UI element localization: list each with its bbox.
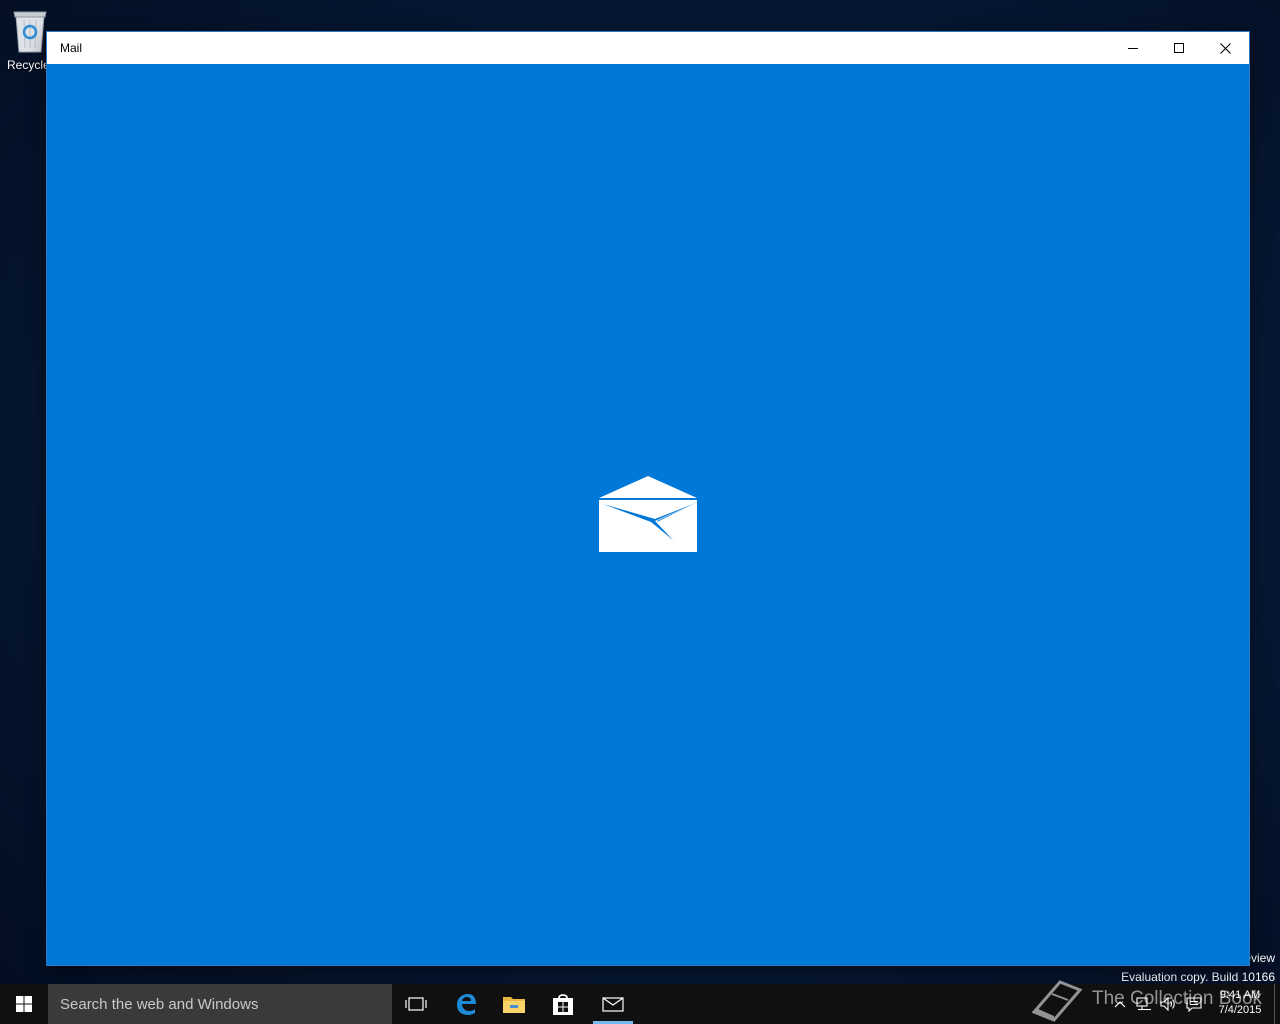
close-button[interactable] [1202,32,1248,64]
network-button[interactable] [1132,984,1156,1024]
window-title: Mail [60,41,83,55]
mail-envelope-icon [599,476,697,552]
task-view-button[interactable] [392,984,440,1024]
start-button[interactable] [0,984,48,1024]
search-placeholder: Search the web and Windows [60,996,259,1013]
action-center-icon [1186,996,1202,1012]
chevron-up-icon [1114,1001,1126,1008]
edge-button[interactable] [442,984,490,1024]
store-icon [553,994,573,1015]
windows-logo-icon [16,996,32,1012]
book-logo-icon [1031,980,1083,1022]
mail-taskbar-button[interactable] [589,984,637,1024]
mail-window: Mail [47,32,1249,965]
taskbar-clock[interactable]: 9:41 AM 7/4/2015 [1210,988,1270,1018]
clock-time: 9:41 AM [1219,989,1261,1001]
file-explorer-icon [503,997,525,1013]
minimize-button[interactable] [1110,32,1156,64]
show-desktop-button[interactable] [1274,984,1275,1024]
show-hidden-icons-button[interactable] [1108,984,1132,1024]
file-explorer-button[interactable] [490,984,538,1024]
recycle-bin-icon [10,6,50,54]
mail-icon [602,997,624,1012]
store-button[interactable] [539,984,587,1024]
volume-button[interactable] [1157,984,1181,1024]
minimize-icon [1128,48,1138,49]
search-input[interactable]: Search the web and Windows [48,984,392,1024]
maximize-button[interactable] [1156,32,1202,64]
action-center-button[interactable] [1182,984,1206,1024]
clock-date: 7/4/2015 [1218,1004,1262,1016]
volume-icon [1160,997,1175,1011]
close-icon [1219,42,1231,54]
maximize-icon [1174,43,1184,53]
edge-icon [457,994,476,1015]
title-bar[interactable]: Mail [47,32,1249,64]
task-view-icon [405,997,427,1011]
network-icon [1136,997,1151,1011]
